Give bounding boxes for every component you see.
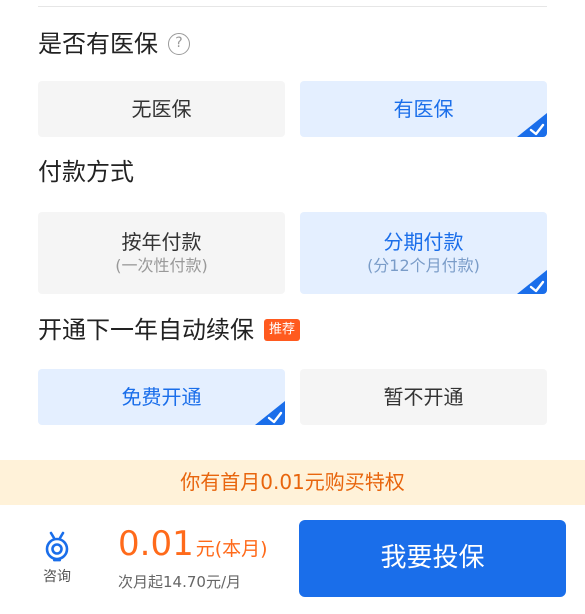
selected-check-icon (255, 401, 285, 425)
payment-title-text: 付款方式 (38, 158, 134, 186)
option-no-insurance[interactable]: 无医保 (38, 81, 285, 137)
insurance-title-text: 是否有医保 (38, 30, 158, 58)
insurance-section-title: 是否有医保 ? (38, 28, 190, 60)
insurance-options-page: 是否有医保 ? 无医保 有医保 付款方式 按年付款 (一次性付款) 分期付款 (… (0, 0, 585, 614)
price-block: 0.01 元(本月) 次月起14.70元/月 (118, 523, 268, 592)
option-has-insurance[interactable]: 有医保 (300, 81, 547, 137)
bottom-action-bar: 咨询 0.01 元(本月) 次月起14.70元/月 我要投保 (0, 505, 585, 614)
recommend-badge: 推荐 (264, 319, 301, 341)
option-label: 分期付款 (383, 230, 464, 254)
price-unit: 元(本月) (195, 538, 268, 560)
consult-label: 咨询 (43, 569, 71, 585)
promo-banner: 你有首月0.01元购买特权 (0, 460, 585, 505)
renewal-section-title: 开通下一年自动续保 推荐 (38, 314, 301, 346)
price-value: 0.01 (118, 524, 194, 564)
option-label: 暂不开通 (383, 385, 464, 409)
question-circle-icon[interactable]: ? (168, 33, 190, 55)
option-enable-renewal[interactable]: 免费开通 (38, 369, 285, 425)
option-label: 有医保 (393, 97, 454, 121)
top-divider (38, 6, 547, 7)
option-skip-renewal[interactable]: 暂不开通 (300, 369, 547, 425)
price-line: 0.01 元(本月) (118, 523, 268, 565)
option-annual-payment[interactable]: 按年付款 (一次性付款) (38, 212, 285, 294)
selected-check-icon (517, 270, 547, 294)
option-label: 按年付款 (121, 230, 202, 254)
option-label: 无医保 (131, 97, 192, 121)
option-installment-payment[interactable]: 分期付款 (分12个月付款) (300, 212, 547, 294)
price-subtext: 次月起14.70元/月 (118, 573, 241, 591)
option-sub-label: (分12个月付款) (367, 256, 480, 275)
option-label: 免费开通 (121, 385, 202, 409)
selected-check-icon (517, 113, 547, 137)
consult-headset-icon (45, 531, 69, 562)
consult-button[interactable]: 咨询 (36, 530, 78, 586)
option-sub-label: (一次性付款) (115, 256, 208, 275)
renewal-title-text: 开通下一年自动续保 (38, 316, 254, 344)
buy-insurance-button[interactable]: 我要投保 (299, 520, 566, 597)
payment-section-title: 付款方式 (38, 156, 134, 188)
